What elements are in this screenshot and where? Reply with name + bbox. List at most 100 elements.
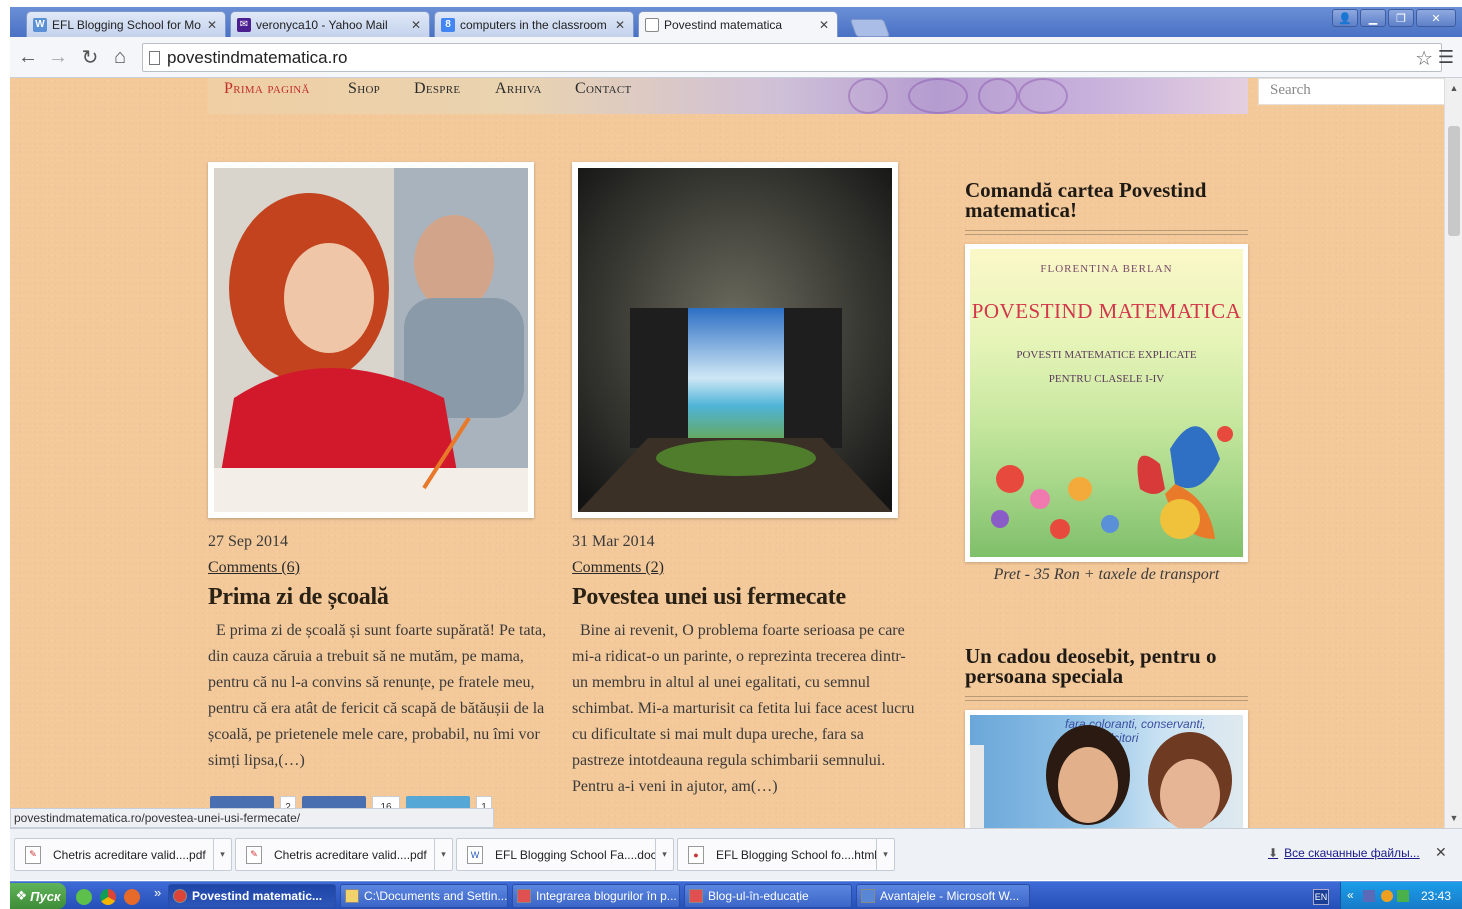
book-subtitle: POVESTI MATEMATICE EXPLICATE — [1016, 349, 1197, 361]
clock: 23:43 — [1421, 889, 1452, 903]
book-cover-link[interactable]: FLORENTINA BERLAN POVESTIND MATEMATICA P… — [965, 244, 1248, 562]
page-icon — [645, 18, 659, 32]
tray-app-icon[interactable] — [1381, 890, 1393, 902]
post-date: 27 Sep 2014 — [208, 533, 288, 550]
chrome-icon[interactable] — [100, 889, 116, 905]
comments-link[interactable]: Comments (6) — [208, 559, 300, 577]
nav-shop[interactable]: Shop — [348, 80, 380, 98]
taskbar-button-label: C:\Documents and Settin... — [364, 889, 508, 903]
post-thumbnail[interactable] — [208, 162, 534, 518]
forward-arrow-icon[interactable]: → — [46, 45, 70, 69]
taskbar-button[interactable]: C:\Documents and Settin... — [340, 884, 508, 908]
start-label: Пуск — [30, 888, 61, 904]
scroll-down-arrow-icon[interactable]: ▼ — [1445, 810, 1462, 826]
quicklaunch-icon[interactable] — [76, 889, 92, 905]
show-all-downloads-link[interactable]: ⬇ Все скачанные файлы... — [1268, 846, 1420, 860]
user-icon[interactable]: 👤 — [1332, 9, 1358, 27]
start-button[interactable]: ❖ Пуск — [10, 883, 66, 909]
student-writing-image — [214, 168, 528, 512]
taskbar-button[interactable]: Avantajele - Microsoft W... — [856, 884, 1030, 908]
back-arrow-icon[interactable]: ← — [16, 45, 40, 69]
divider — [965, 696, 1248, 701]
html-file-icon: ● — [688, 845, 704, 864]
post-title[interactable]: Povestea unei usi fermecate — [572, 584, 846, 611]
tab-yahoo-mail[interactable]: ✉ veronyca10 - Yahoo Mail ✕ — [230, 11, 430, 37]
menu-icon[interactable]: ☰ — [1438, 47, 1454, 68]
chevron-down-icon[interactable]: ▾ — [876, 839, 894, 870]
site-navigation: Prima pagină Shop Despre Arhiva Contact … — [208, 78, 1444, 114]
word-file-icon: W — [467, 845, 483, 864]
browser-toolbar: ← → ↻ ⌂ povestindmatematica.ro ☆ ☰ — [10, 37, 1462, 78]
download-filename: EFL Blogging School fo....html — [716, 847, 876, 862]
widget-title-gift: Un cadou deosebit, pentru o persoana spe… — [965, 644, 1217, 688]
close-tab-icon[interactable]: ✕ — [819, 18, 829, 32]
chevron-left-icon[interactable]: « — [1347, 888, 1354, 902]
mail-icon: ✉ — [237, 17, 251, 32]
chevron-down-icon[interactable]: ▾ — [213, 839, 231, 870]
security-icon[interactable] — [1397, 890, 1409, 902]
bookmark-star-icon[interactable]: ☆ — [1415, 46, 1433, 71]
chrome-icon — [173, 889, 187, 903]
download-item[interactable]: ✎ Chetris acreditare valid....pdf ▾ — [235, 838, 453, 871]
decorative-swirl — [848, 78, 888, 114]
gift-photo[interactable]: fara coloranti, conservanti, sau indulci… — [965, 710, 1248, 828]
scrollbar-thumb[interactable] — [1448, 126, 1460, 236]
close-tab-icon[interactable]: ✕ — [207, 18, 217, 32]
taskbar-button[interactable]: Blog-ul-în-educație — [684, 884, 852, 908]
taskbar-button-label: Avantajele - Microsoft W... — [880, 889, 1020, 903]
wordpress-icon: W — [33, 17, 47, 32]
book-cover-image: FLORENTINA BERLAN POVESTIND MATEMATICA P… — [970, 249, 1243, 557]
post-excerpt: E prima zi de școală și sunt foarte supă… — [208, 622, 547, 769]
tab-povestind-matematica[interactable]: Povestind matematica ✕ — [638, 11, 838, 38]
tab-title: computers in the classroom - — [460, 17, 609, 32]
home-icon[interactable]: ⌂ — [108, 45, 132, 69]
url-text: povestindmatematica.ro — [167, 47, 348, 67]
close-tab-icon[interactable]: ✕ — [615, 18, 625, 32]
search-input[interactable]: Search — [1258, 78, 1444, 105]
nav-prima-pagina[interactable]: Prima pagină — [224, 80, 310, 98]
comments-link[interactable]: Comments (2) — [572, 559, 664, 577]
tab-title: veronyca10 - Yahoo Mail — [256, 17, 388, 32]
scroll-up-arrow-icon[interactable]: ▲ — [1445, 80, 1462, 96]
download-item[interactable]: ✎ Chetris acreditare valid....pdf ▾ — [14, 838, 232, 871]
reload-icon[interactable]: ↻ — [78, 45, 102, 69]
nav-despre[interactable]: Despre — [414, 80, 460, 98]
book-author: FLORENTINA BERLAN — [1040, 263, 1173, 275]
nav-arhiva[interactable]: Arhiva — [495, 80, 542, 98]
decorative-swirl — [978, 78, 1018, 114]
tab-efl-blogging[interactable]: W EFL Blogging School for Mold ✕ — [26, 11, 226, 37]
close-icon[interactable]: ✕ — [1435, 844, 1447, 861]
new-tab-button[interactable] — [849, 19, 891, 37]
restore-button[interactable]: ❐ — [1388, 9, 1414, 27]
window-controls: 👤 ▁ ❐ ✕ — [1332, 9, 1456, 27]
post-thumbnail[interactable] — [572, 162, 898, 518]
network-icon[interactable] — [1363, 890, 1375, 902]
tab-google-search[interactable]: 8 computers in the classroom - ✕ — [434, 11, 634, 37]
post-date: 31 Mar 2014 — [572, 533, 655, 550]
close-tab-icon[interactable]: ✕ — [411, 18, 421, 32]
download-item[interactable]: W EFL Blogging School Fa....doc ▾ — [456, 838, 674, 871]
vertical-scrollbar[interactable]: ▲ ▼ — [1444, 78, 1462, 828]
taskbar-button-label: Blog-ul-în-educație — [708, 889, 809, 903]
status-url: povestindmatematica.ro/povestea-unei-usi… — [10, 808, 494, 828]
minimize-button[interactable]: ▁ — [1360, 9, 1386, 27]
post-title[interactable]: Prima zi de școală — [208, 584, 389, 611]
chevron-right-icon[interactable]: » — [154, 885, 161, 900]
taskbar-button[interactable]: Povestind matematic... — [168, 884, 336, 908]
download-item[interactable]: ● EFL Blogging School fo....html ▾ — [677, 838, 895, 871]
language-indicator[interactable]: EN — [1313, 889, 1329, 905]
chevron-down-icon[interactable]: ▾ — [655, 839, 673, 870]
close-window-button[interactable]: ✕ — [1416, 9, 1456, 27]
system-tray: « 23:43 — [1340, 882, 1462, 909]
firefox-icon[interactable] — [124, 889, 140, 905]
book-title: POVESTIND MATEMATICA — [971, 299, 1242, 323]
taskbar-button[interactable]: Integrarea blogurilor în p... — [512, 884, 680, 908]
decorative-swirl — [908, 78, 968, 114]
tab-title: EFL Blogging School for Mold — [52, 17, 201, 32]
post-excerpt: Bine ai revenit, O problema foarte serio… — [572, 622, 915, 795]
address-bar[interactable]: povestindmatematica.ro ☆ — [142, 43, 1442, 72]
nav-contact[interactable]: Contact — [575, 80, 632, 98]
folder-icon — [345, 889, 359, 903]
chevron-down-icon[interactable]: ▾ — [434, 839, 452, 870]
document-icon — [517, 889, 531, 903]
